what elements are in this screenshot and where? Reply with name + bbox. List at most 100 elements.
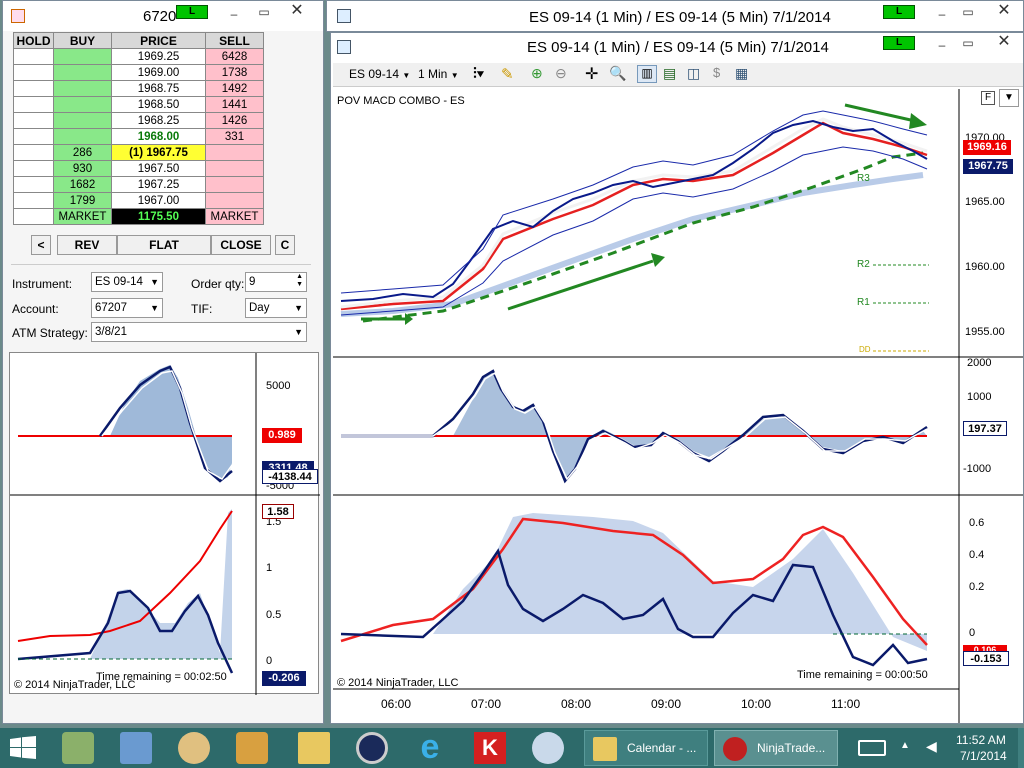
scroll-left-button[interactable]: < [31, 235, 51, 255]
hold-cell[interactable] [13, 192, 54, 209]
maximize-button[interactable]: ▭ [959, 37, 977, 51]
buy-cell[interactable] [53, 80, 112, 97]
instrument-dropdown[interactable]: ES 09-14 ▼ [349, 67, 410, 81]
minimize-button[interactable]: ‒ [933, 39, 951, 53]
compass-app-icon[interactable] [532, 732, 564, 764]
ladder-row: 1969.00 1738 [13, 64, 264, 81]
hold-cell[interactable] [13, 144, 54, 161]
link-button[interactable]: L [883, 5, 915, 19]
time-axis-label: 08:00 [561, 697, 592, 711]
spinner-icon[interactable]: ▲ ▼ [296, 273, 303, 289]
strategies-icon[interactable]: ▤ [663, 65, 676, 82]
account-select[interactable]: 67207 ▼ [91, 298, 163, 318]
panel-collapse-button[interactable]: F [981, 91, 995, 105]
file-explorer-icon[interactable] [298, 732, 330, 764]
buy-cell[interactable] [53, 96, 112, 113]
close-button[interactable]: ✕ [288, 3, 306, 19]
sell-cell[interactable] [205, 192, 264, 209]
link-button[interactable]: L [883, 36, 915, 50]
close-button[interactable]: ✕ [995, 3, 1013, 19]
main-chart[interactable]: F ▼ POV MACD COMBO - ES 1970.00 1965.00 … [333, 89, 1023, 723]
hold-cell[interactable] [13, 64, 54, 81]
sell-cell[interactable]: 1426 [205, 112, 264, 129]
paint-icon[interactable] [178, 732, 210, 764]
person-app-icon[interactable] [62, 732, 94, 764]
reverse-button[interactable]: REV [57, 235, 117, 255]
windows-start-icon[interactable] [10, 736, 36, 760]
show-desktop-button[interactable] [1018, 728, 1024, 768]
task-calendar[interactable]: Calendar - ... [584, 730, 708, 766]
buy-cell[interactable]: 930 [53, 160, 112, 177]
macd-line [341, 369, 928, 484]
sell-cell[interactable]: 1492 [205, 80, 264, 97]
price-cell: 1969.25 [111, 48, 206, 65]
media-center-icon[interactable] [356, 732, 388, 764]
indicators-icon[interactable]: ▥ [637, 65, 657, 83]
chevron-down-icon[interactable]: ▼ [999, 89, 1019, 107]
buy-cell[interactable] [53, 64, 112, 81]
close-button[interactable]: ✕ [995, 34, 1013, 50]
minimize-button[interactable]: ‒ [225, 8, 243, 22]
bar-type-icon[interactable]: ⫶▾ [473, 65, 484, 82]
instrument-select[interactable]: ES 09-14 ▼ [91, 272, 163, 292]
ladder-row: 1682 1967.25 [13, 176, 264, 193]
antivirus-icon[interactable]: K [474, 732, 506, 764]
properties-icon[interactable]: ▦ [735, 65, 748, 82]
zoom-out-icon[interactable]: ⊖ [555, 65, 567, 82]
internet-explorer-icon[interactable]: e [414, 730, 446, 764]
sell-cell[interactable] [205, 176, 264, 193]
mini-chart[interactable]: 5000 -5000 0.989 3311.48 -4138.44 1.5 1 … [9, 352, 320, 695]
center-button[interactable]: C [275, 235, 295, 255]
magnifier-icon[interactable]: 🔍 [609, 65, 626, 82]
buy-cell[interactable]: 286 [53, 144, 112, 161]
hold-cell[interactable] [13, 128, 54, 145]
link-button[interactable]: L [176, 5, 208, 19]
order-qty-stepper[interactable]: 9 ▲ ▼ [245, 272, 307, 292]
buy-cell[interactable]: 1799 [53, 192, 112, 209]
price-cell: 1967.50 [111, 160, 206, 177]
buy-cell[interactable] [53, 128, 112, 145]
performance-icon[interactable]: ◫ [687, 65, 700, 82]
clock-date[interactable]: 7/1/2014 [960, 749, 1007, 763]
clock-time[interactable]: 11:52 AM [956, 733, 1006, 747]
zoom-in-icon[interactable]: ⊕ [531, 65, 543, 82]
buy-cell[interactable] [53, 48, 112, 65]
interval-dropdown[interactable]: 1 Min ▼ [418, 67, 459, 81]
sell-cell[interactable]: 1738 [205, 64, 264, 81]
buy-cell[interactable] [53, 112, 112, 129]
sell-cell[interactable] [205, 144, 264, 161]
chevron-up-icon[interactable]: ▲ [900, 740, 910, 751]
sell-cell[interactable]: 6428 [205, 48, 264, 65]
calendar-icon [593, 737, 617, 761]
sell-cell[interactable] [205, 160, 264, 177]
media-player-icon[interactable] [236, 732, 268, 764]
flatten-button[interactable]: FLAT [117, 235, 211, 255]
hold-cell[interactable] [13, 48, 54, 65]
market-buy-button[interactable]: MARKET [53, 208, 112, 225]
maximize-button[interactable]: ▭ [959, 6, 977, 20]
hold-cell[interactable] [13, 208, 54, 225]
atm-strategy-select[interactable]: 3/8/21 ▼ [91, 322, 307, 342]
minimize-button[interactable]: ‒ [933, 8, 951, 22]
hold-cell[interactable] [13, 112, 54, 129]
keyboard-icon[interactable] [858, 740, 886, 756]
buy-cell[interactable]: 1682 [53, 176, 112, 193]
dollar-icon[interactable]: $ [713, 65, 720, 80]
hold-cell[interactable] [13, 160, 54, 177]
market-sell-button[interactable]: MARKET [205, 208, 264, 225]
sell-cell[interactable]: 1441 [205, 96, 264, 113]
maximize-button[interactable]: ▭ [255, 6, 273, 20]
tif-select[interactable]: Day ▼ [245, 298, 307, 318]
task-ninjatrader[interactable]: NinjaTrade... [714, 730, 838, 766]
hold-cell[interactable] [13, 80, 54, 97]
hold-cell[interactable] [13, 96, 54, 113]
remote-desktop-icon[interactable] [120, 732, 152, 764]
close-position-button[interactable]: CLOSE [211, 235, 271, 255]
hold-cell[interactable] [13, 176, 54, 193]
pencil-icon[interactable]: ✎ [501, 65, 514, 83]
sell-cell[interactable]: 331 [205, 128, 264, 145]
sell-header: SELL [205, 32, 264, 49]
volume-icon[interactable]: ◀ [926, 738, 937, 755]
tif-value: Day [249, 302, 270, 314]
crosshair-icon[interactable]: ✛ [585, 64, 598, 84]
